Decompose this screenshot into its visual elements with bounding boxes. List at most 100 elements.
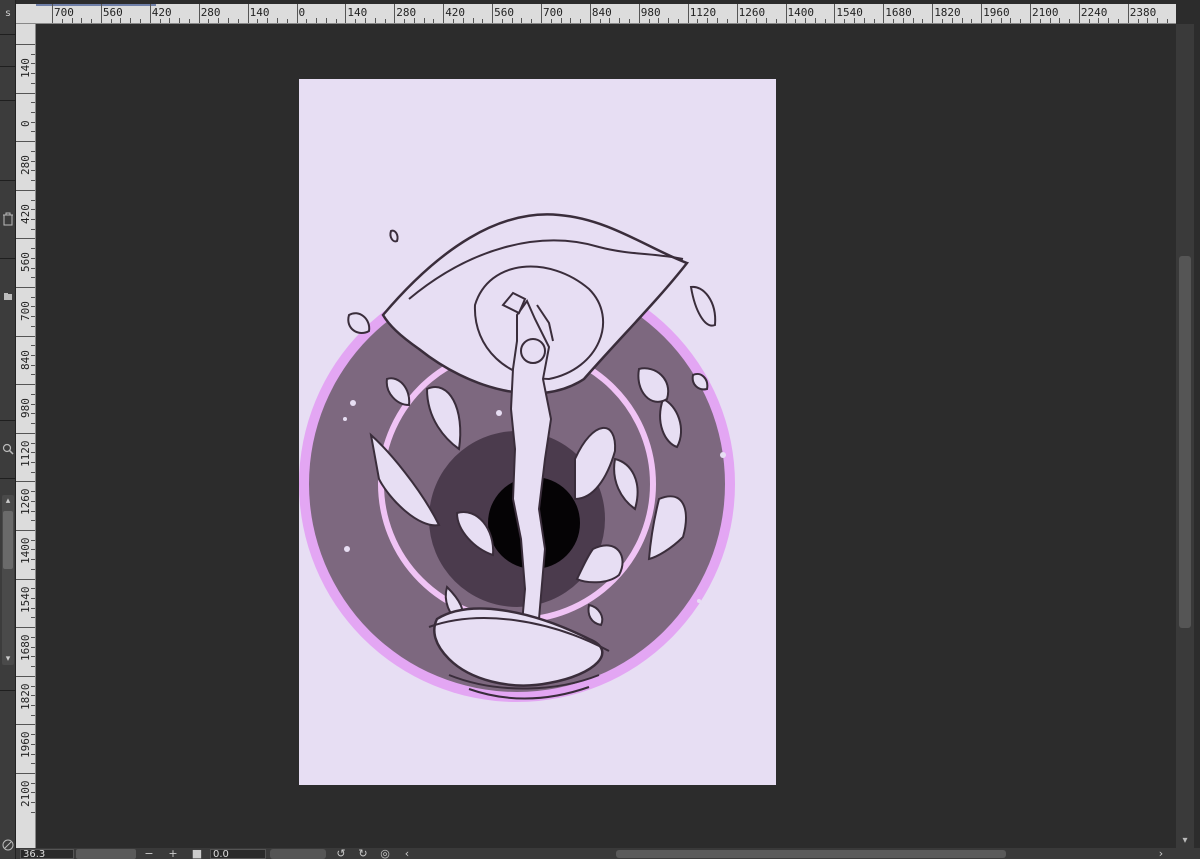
reset-rotation-icon[interactable]: ◎ — [378, 848, 392, 859]
ruler-minor-tick — [374, 18, 376, 23]
navigator-icon[interactable] — [0, 838, 16, 856]
ruler-minor-tick — [188, 19, 190, 23]
chevron-up-icon[interactable]: ▴ — [2, 495, 14, 507]
ruler-tick — [638, 4, 640, 23]
chevron-down-icon[interactable]: ▾ — [2, 653, 14, 665]
ruler-tick — [981, 4, 983, 23]
ruler-minor-tick — [1137, 19, 1139, 23]
canvas-vertical-scrollbar[interactable]: ▾ — [1176, 24, 1194, 848]
ruler-minor-tick — [629, 19, 631, 23]
ruler-minor-tick — [452, 19, 454, 23]
rotate-left-icon[interactable]: ↺ — [334, 848, 348, 859]
ruler-tick — [16, 287, 35, 288]
ruler-minor-tick — [472, 18, 474, 23]
ruler-minor-tick — [1108, 18, 1110, 23]
ruler-minor-tick — [31, 112, 35, 114]
zoom-level-field[interactable]: 36.3 — [20, 849, 74, 859]
trash-icon[interactable] — [0, 212, 16, 230]
ruler-vertical[interactable]: 140 0 280 420 560 700 840 980 1120 1260 1400 1540 16… — [16, 24, 36, 848]
ruler-label: 1400 — [787, 6, 815, 19]
ruler-tick — [1127, 4, 1129, 23]
scroll-thumb[interactable] — [3, 511, 13, 569]
chevron-left-icon[interactable]: ‹ — [400, 848, 414, 859]
ruler-tick — [785, 4, 787, 23]
ruler-minor-tick — [228, 18, 230, 23]
panel-tab-label[interactable]: s — [0, 8, 16, 28]
ruler-minor-tick — [482, 19, 484, 23]
ruler-minor-tick — [599, 19, 601, 23]
ruler-tick — [687, 4, 689, 23]
canvas-horizontal-scrollbar[interactable] — [616, 849, 1146, 858]
ruler-minor-tick — [31, 471, 35, 473]
ruler-minor-tick — [31, 199, 35, 201]
ruler-minor-tick — [286, 19, 288, 23]
folder-icon[interactable] — [0, 288, 16, 306]
ruler-minor-tick — [677, 19, 679, 23]
chevron-right-icon[interactable]: › — [1154, 848, 1168, 859]
ruler-label: 2100 — [19, 780, 32, 808]
chevron-down-icon[interactable]: ▾ — [1176, 834, 1194, 848]
fit-icon[interactable]: ■ — [190, 848, 204, 859]
ruler-label: 1400 — [19, 537, 32, 565]
ruler-minor-tick — [726, 19, 728, 23]
divider — [0, 258, 16, 259]
ruler-minor-tick — [971, 19, 973, 23]
app-window: s ▴ ▾ 700 560 420 280 140 0 140 280 420 560 700 840… — [0, 0, 1200, 859]
ruler-label: 560 — [494, 6, 514, 19]
canvas-area[interactable] — [37, 25, 1176, 848]
ruler-minor-tick — [765, 18, 767, 23]
ruler-minor-tick — [31, 374, 35, 376]
ruler-label: 1820 — [934, 6, 961, 19]
zoom-in-button[interactable]: + — [166, 848, 180, 859]
ruler-minor-tick — [873, 19, 875, 23]
rotation-slider[interactable] — [270, 849, 326, 859]
ruler-tick — [16, 44, 35, 45]
divider — [0, 420, 16, 421]
ruler-minor-tick — [580, 19, 582, 23]
zoom-slider[interactable] — [76, 849, 136, 859]
ruler-minor-tick — [1069, 19, 1071, 23]
rotate-right-icon[interactable]: ↻ — [356, 848, 370, 859]
panel-scrollbar[interactable]: ▴ ▾ — [2, 495, 14, 665]
ruler-label: 700 — [54, 6, 74, 19]
zoom-out-button[interactable]: − — [142, 848, 156, 859]
ruler-horizontal[interactable]: 700 560 420 280 140 0 140 280 420 560 700 840 980 112… — [16, 4, 1176, 24]
ruler-label: 1960 — [19, 731, 32, 759]
ruler-tick — [834, 4, 836, 23]
ruler-minor-tick — [208, 19, 210, 23]
artwork — [299, 213, 735, 702]
ruler-label: 1820 — [19, 683, 32, 710]
ruler-label: 560 — [19, 252, 32, 273]
ruler-label: 1120 — [689, 6, 717, 19]
ruler-minor-tick — [31, 180, 35, 182]
divider — [0, 690, 16, 691]
ruler-tick — [541, 4, 542, 23]
ruler-label: 420 — [445, 6, 466, 19]
ruler-label: 0 — [298, 6, 306, 19]
ruler-tick — [16, 238, 35, 240]
zoom-icon[interactable] — [0, 442, 16, 460]
scroll-thumb[interactable] — [1179, 256, 1191, 628]
ruler-tick — [198, 4, 200, 23]
ruler-minor-tick — [31, 393, 35, 395]
rotation-angle-field[interactable]: 0.0 — [210, 849, 266, 859]
ruler-tick — [394, 4, 396, 23]
ruler-tick — [16, 724, 35, 726]
ruler-minor-tick — [31, 296, 35, 298]
ruler-tick — [589, 4, 591, 23]
ruler-minor-tick — [31, 82, 35, 84]
ruler-minor-tick — [433, 19, 435, 23]
ruler-tick — [149, 4, 151, 23]
ruler-minor-tick — [276, 18, 278, 23]
ruler-minor-tick — [1166, 19, 1168, 23]
ruler-label: 1260 — [738, 6, 766, 19]
canvas-paper[interactable] — [299, 79, 776, 785]
ruler-tick — [16, 335, 35, 337]
ruler-tick — [247, 4, 249, 23]
scroll-thumb[interactable] — [616, 850, 1006, 858]
ruler-tick — [345, 4, 347, 23]
ruler-label: 140 — [347, 6, 368, 19]
ruler-minor-tick — [384, 19, 386, 23]
ruler-tick — [1030, 4, 1031, 23]
ruler-minor-tick — [31, 131, 35, 133]
